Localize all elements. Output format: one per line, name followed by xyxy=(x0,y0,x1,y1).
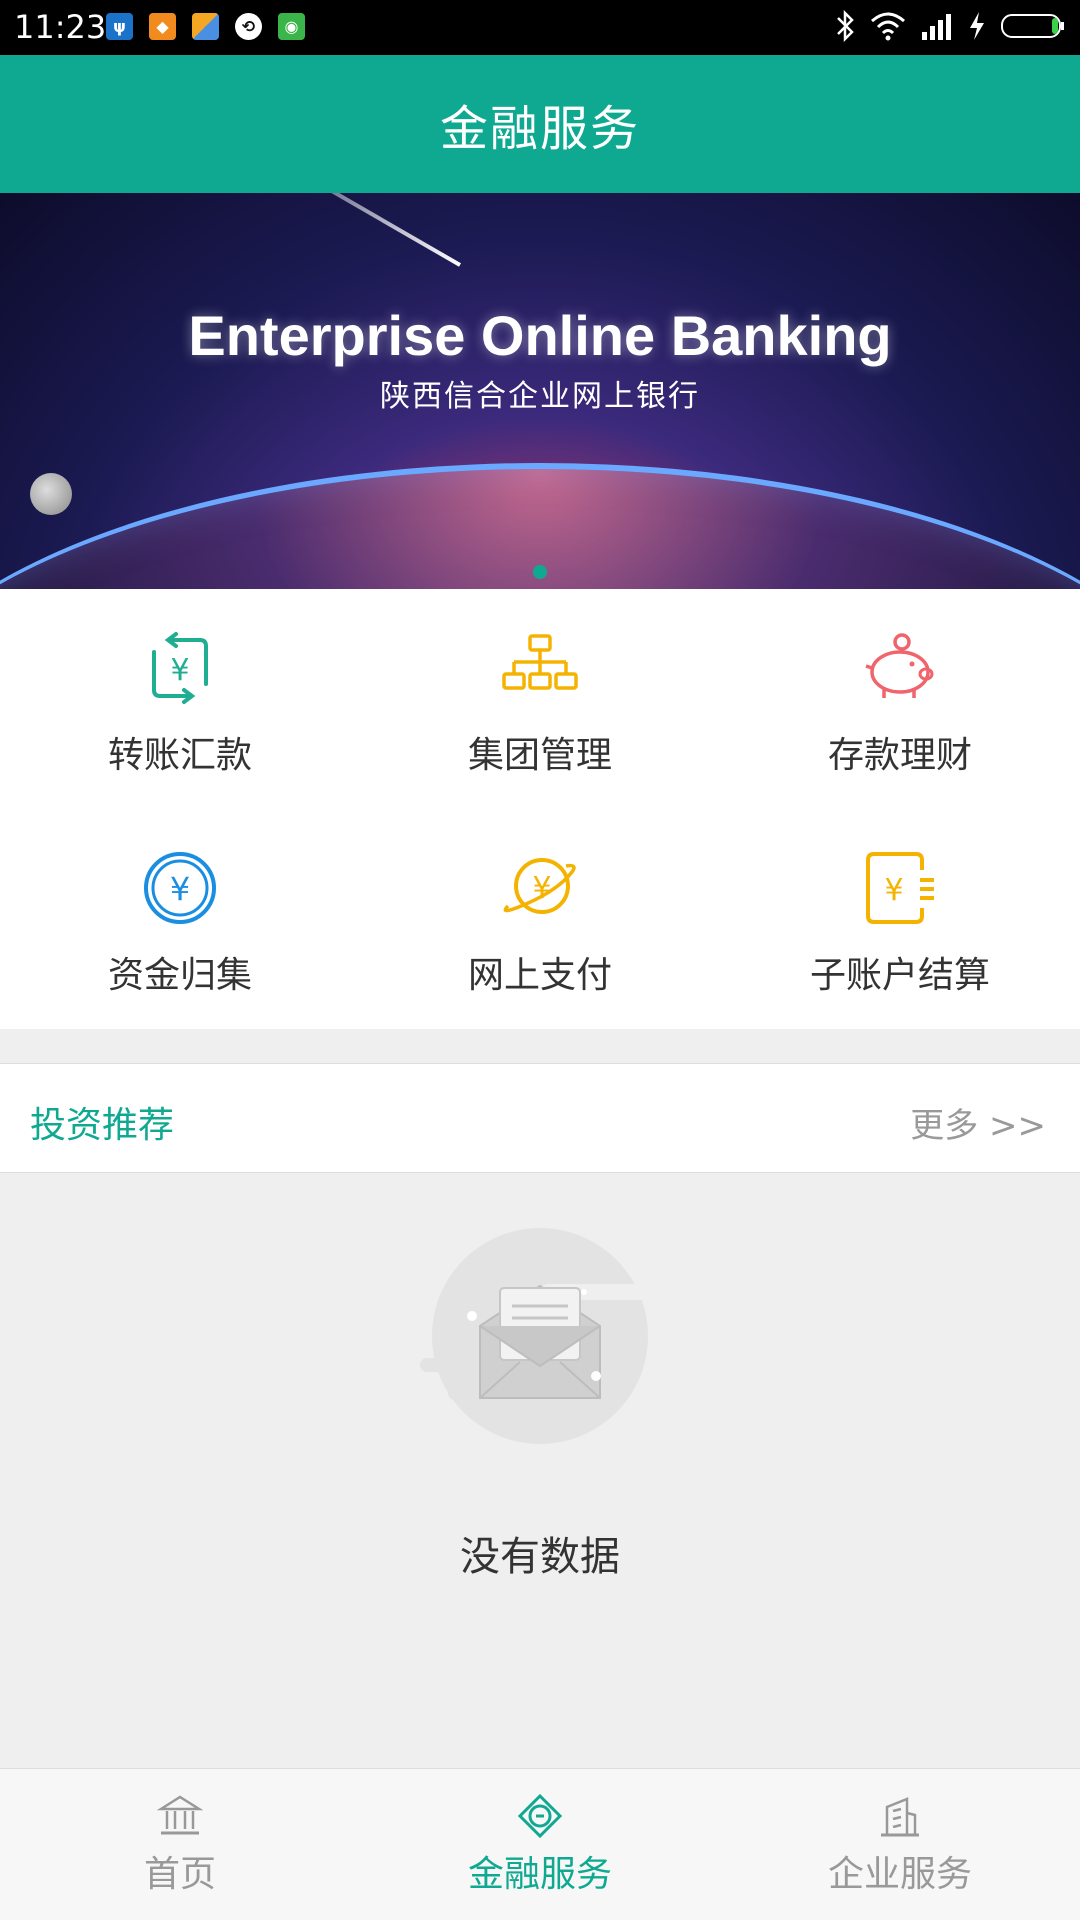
status-bar: 11:23 ψ ◆ ⟲ ◉ xyxy=(0,0,1080,55)
menu-item-sub-account-settlement[interactable]: ¥ 子账户结算 xyxy=(720,809,1080,1029)
menu-item-label: 网上支付 xyxy=(467,955,612,996)
menu-item-label: 存款理财 xyxy=(827,735,972,776)
banner-title-cn: 陕西信合企业网上银行 xyxy=(380,379,700,414)
page-title: 金融服务 xyxy=(439,101,640,157)
menu-item-label: 转账汇款 xyxy=(107,735,252,776)
nav-item-enterprise[interactable]: 企业服务 xyxy=(720,1769,1080,1920)
launcher-icon xyxy=(192,13,219,40)
status-time: 11:23 xyxy=(14,8,107,46)
menu-item-online-payment[interactable]: ¥ 网上支付 xyxy=(360,809,720,1029)
finance-icon xyxy=(517,1793,563,1838)
charging-icon xyxy=(970,12,984,40)
menu-item-transfer[interactable]: ¥ 转账汇款 xyxy=(0,589,360,809)
banner-meteor-graphic xyxy=(233,193,461,267)
svg-text:¥: ¥ xyxy=(170,870,190,908)
nav-item-label: 金融服务 xyxy=(467,1853,612,1895)
more-link[interactable]: 更多 >> xyxy=(910,1098,1046,1147)
menu-item-group-management[interactable]: 集团管理 xyxy=(360,589,720,809)
investment-recommend-header: 投资推荐 更多 >> xyxy=(0,1063,1080,1173)
nav-item-label: 首页 xyxy=(143,1853,216,1895)
empty-state-text: 没有数据 xyxy=(460,1534,620,1580)
empty-state: 没有数据 xyxy=(0,1174,1080,1768)
online-pay-icon: ¥ xyxy=(503,858,576,914)
org-chart-icon xyxy=(502,634,578,690)
nav-item-label: 企业服务 xyxy=(827,1853,972,1895)
wifi-icon xyxy=(871,12,905,41)
menu-item-label: 资金归集 xyxy=(107,955,252,996)
service-menu-grid: ¥ 转账汇款 集团管理 存款理财 ¥ 资金归集 ¥ 网上支付 ¥ 子账户结算 xyxy=(0,589,1080,1029)
usb-icon: ψ xyxy=(106,13,133,40)
signal-icon xyxy=(922,14,951,40)
section-title: 投资推荐 xyxy=(30,1105,175,1146)
sub-account-icon: ¥ xyxy=(866,852,934,924)
building-icon xyxy=(881,1796,919,1836)
app-notification-icon: ◆ xyxy=(149,13,176,40)
battery-icon xyxy=(1001,14,1064,38)
empty-mailbox-icon xyxy=(420,1228,660,1444)
banner-title-en: Enterprise Online Banking xyxy=(188,304,892,367)
svg-text:¥: ¥ xyxy=(170,653,189,688)
bluetooth-icon xyxy=(837,10,854,42)
android-icon: ◉ xyxy=(278,13,305,40)
banner-carousel[interactable]: Enterprise Online Banking 陕西信合企业网上银行 xyxy=(0,193,1080,589)
carousel-indicator[interactable] xyxy=(533,565,547,579)
nav-item-finance[interactable]: 金融服务 xyxy=(360,1769,720,1920)
banner-moon-graphic xyxy=(30,473,72,515)
bank-icon xyxy=(157,1795,203,1834)
sync-icon: ⟲ xyxy=(235,13,262,40)
menu-item-deposit-finance[interactable]: 存款理财 xyxy=(720,589,1080,809)
system-icons xyxy=(834,10,1066,42)
yuan-coin-icon: ¥ xyxy=(144,852,216,924)
nav-item-home[interactable]: 首页 xyxy=(0,1769,360,1920)
menu-item-label: 集团管理 xyxy=(467,735,612,776)
title-bar: 金融服务 xyxy=(0,55,1080,193)
transfer-icon: ¥ xyxy=(152,632,208,704)
piggy-bank-icon xyxy=(865,633,934,698)
menu-item-label: 子账户结算 xyxy=(809,955,990,996)
notification-icons: ψ ◆ ⟲ ◉ xyxy=(106,13,305,40)
svg-text:¥: ¥ xyxy=(532,871,551,906)
svg-text:¥: ¥ xyxy=(884,873,903,908)
bottom-navigation: 首页 金融服务 企业服务 xyxy=(0,1768,1080,1920)
menu-item-fund-pooling[interactable]: ¥ 资金归集 xyxy=(0,809,360,1029)
